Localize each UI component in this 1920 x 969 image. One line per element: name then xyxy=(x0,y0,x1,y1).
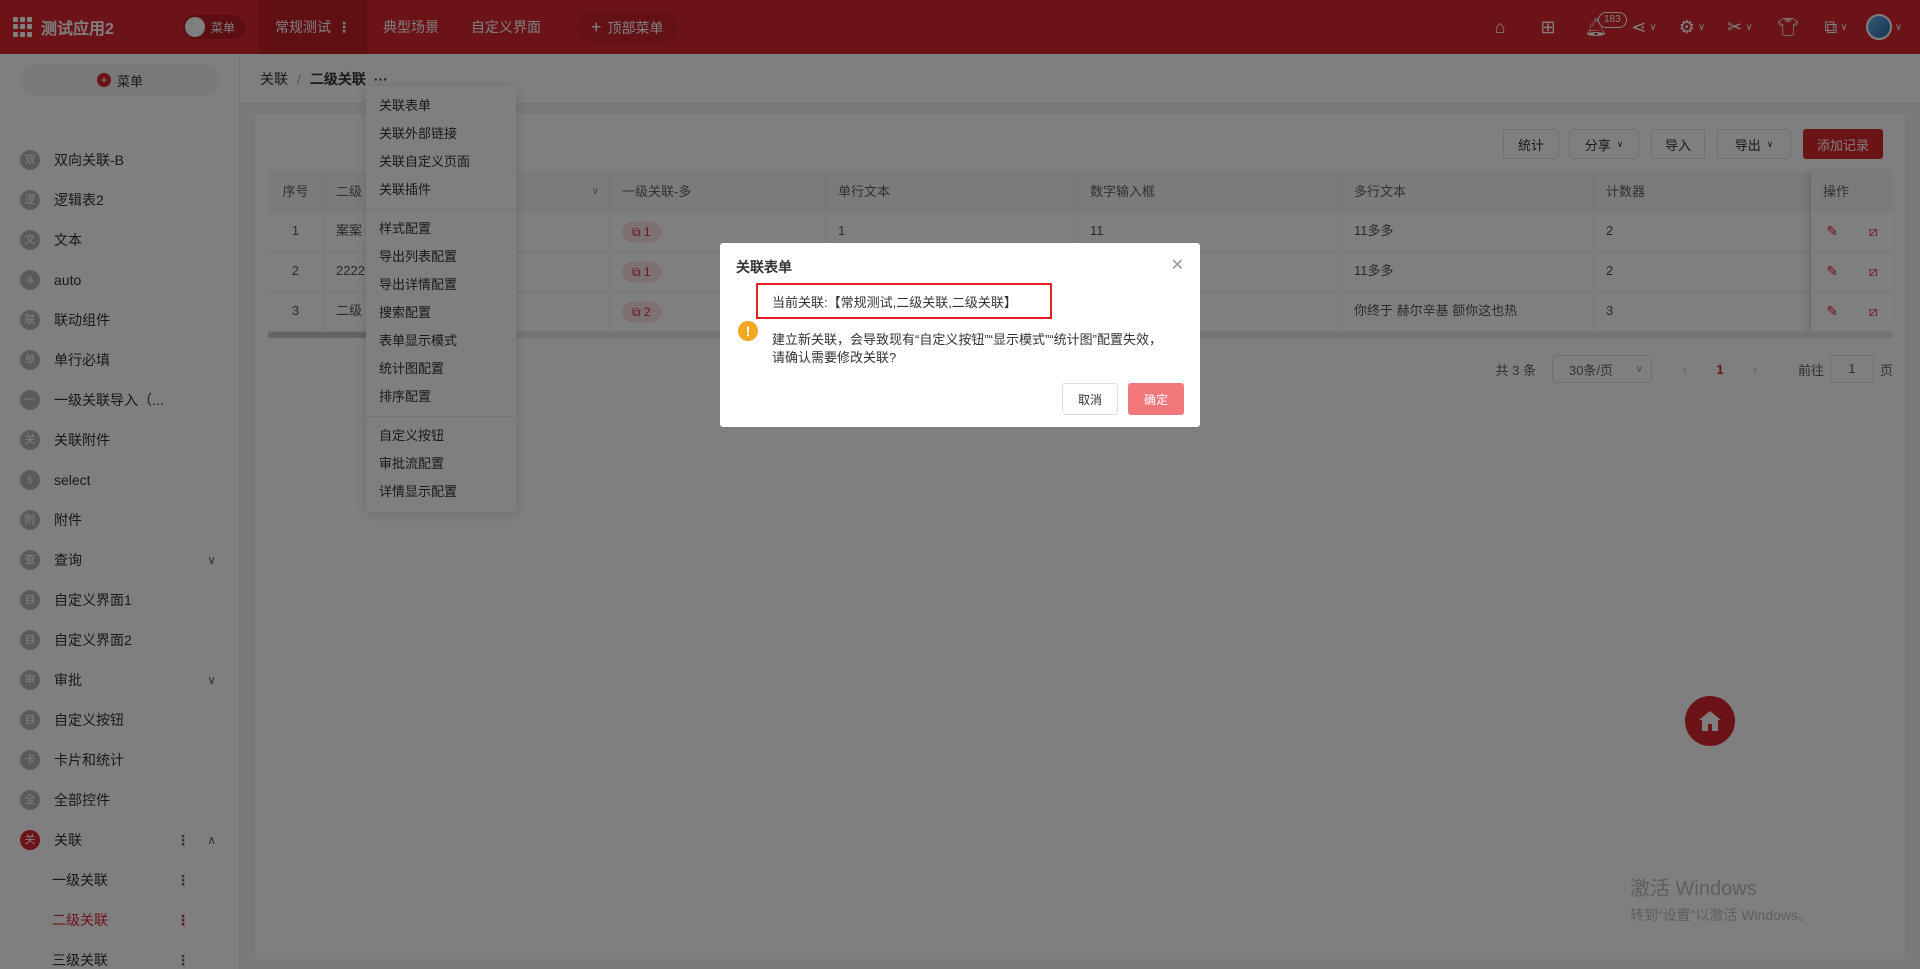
relation-form-dialog: 关联表单 ✕ 当前关联:【常规测试,二级关联,二级关联】 ! 建立新关联，会导致… xyxy=(720,243,1200,427)
dialog-message: 建立新关联，会导致现有“自定义按钮”“显示模式”“统计图”配置失效，请确认需要修… xyxy=(772,332,1162,365)
dialog-title: 关联表单 xyxy=(736,259,792,275)
close-icon[interactable]: ✕ xyxy=(1171,255,1184,275)
warning-icon: ! xyxy=(738,321,758,341)
confirm-button[interactable]: 确定 xyxy=(1128,383,1184,415)
cancel-button[interactable]: 取消 xyxy=(1062,383,1118,415)
current-relation-text: 当前关联:【常规测试,二级关联,二级关联】 xyxy=(756,283,1052,319)
modal-overlay[interactable] xyxy=(0,0,1920,969)
